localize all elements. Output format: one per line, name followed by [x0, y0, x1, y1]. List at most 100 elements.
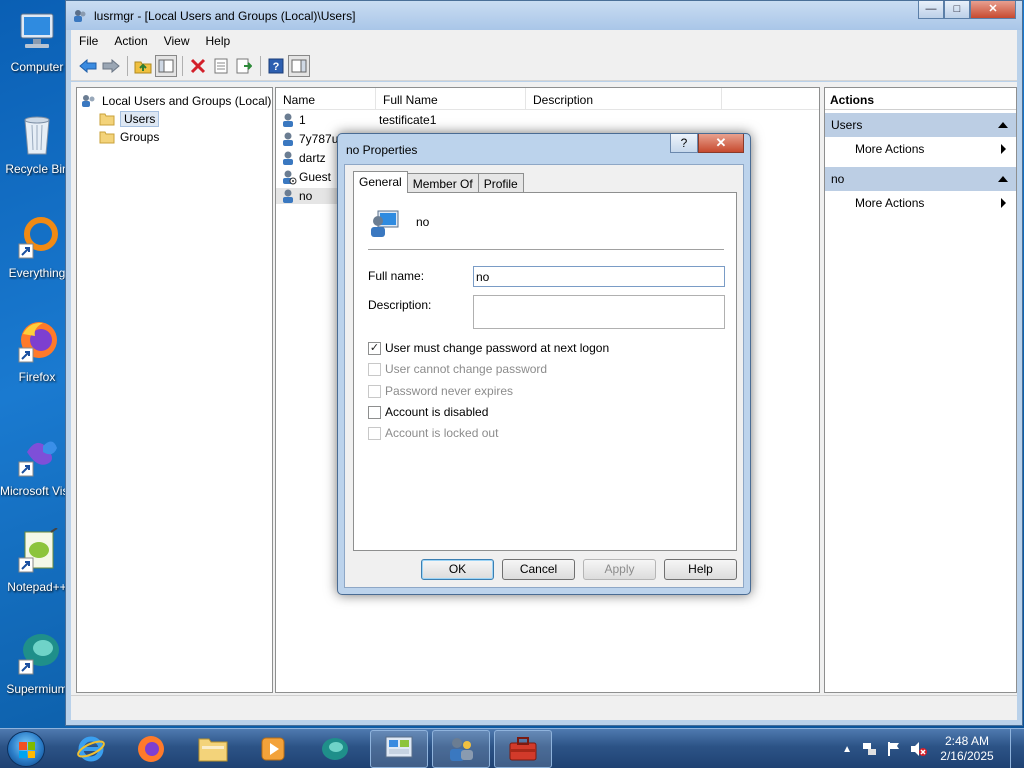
user-icon [283, 151, 293, 165]
back-arrow-icon [79, 58, 97, 73]
taskbar-lusrmgr[interactable] [432, 730, 490, 768]
checkbox-cannot-change-password: User cannot change password [368, 362, 547, 376]
desktop-icon-recycle-bin[interactable]: Recycle Bin [0, 110, 74, 176]
divider [368, 249, 724, 250]
show-hide-action-pane-button[interactable] [288, 54, 310, 77]
desktop-icon-everything[interactable]: Everything [0, 214, 74, 280]
minimize-button[interactable]: — [918, 1, 944, 19]
menu-bar: File Action View Help [71, 30, 1017, 51]
desktop-icon-label: Computer [10, 60, 64, 74]
checkbox-password-never-expires: Password never expires [368, 384, 513, 398]
column-header-name[interactable]: Name [276, 88, 376, 109]
more-actions-users[interactable]: More Actions [825, 137, 1016, 161]
column-header-full-name[interactable]: Full Name [376, 88, 526, 109]
user-name: 1 [299, 112, 306, 127]
checkbox-account-disabled[interactable]: Account is disabled [368, 405, 488, 419]
maximize-button[interactable]: □ [944, 1, 970, 19]
tree-item-users[interactable]: Users [77, 110, 272, 128]
cancel-button[interactable]: Cancel [502, 559, 575, 580]
supermium-icon [13, 630, 61, 678]
tab-general[interactable]: General [353, 171, 408, 193]
checkbox-label: Password never expires [385, 384, 514, 398]
description-field[interactable] [473, 295, 725, 329]
menu-view[interactable]: View [156, 34, 198, 48]
checkbox-checked[interactable]: ✓ [368, 341, 381, 355]
taskbar-media-player[interactable] [246, 730, 300, 768]
desktop-icon-computer[interactable]: Computer [0, 8, 74, 74]
toolbar-separator [260, 55, 261, 76]
folder-icon [99, 131, 115, 144]
forward-button[interactable] [100, 55, 122, 77]
tab-member-of[interactable]: Member Of [406, 173, 479, 193]
delete-x-icon [190, 58, 206, 73]
back-button[interactable] [77, 55, 99, 77]
recycle-bin-icon [13, 110, 61, 158]
console-tree: Local Users and Groups (Local) Users Gro… [76, 87, 273, 693]
tree-item-label: Users [120, 111, 160, 127]
checkbox-unchecked [368, 384, 381, 398]
system-tray: ▲ 2:48 AM 2/16/2025 [842, 729, 1024, 768]
tree-item-groups[interactable]: Groups [77, 128, 272, 146]
help-button[interactable]: ? [265, 55, 287, 77]
actions-pane: Actions Users More Actions no More Actio… [824, 87, 1017, 693]
ok-button[interactable]: OK [421, 559, 494, 580]
checkbox-label: Account is disabled [385, 405, 489, 419]
volume-muted-icon[interactable] [910, 741, 928, 757]
forward-arrow-icon [102, 58, 120, 73]
tree-item-root[interactable]: Local Users and Groups (Local) [77, 92, 272, 110]
desktop-icon-notepadpp[interactable]: Notepad++ [0, 527, 74, 594]
clock[interactable]: 2:48 AM 2/16/2025 [928, 734, 1006, 764]
actions-group-users[interactable]: Users [825, 113, 1016, 137]
delete-button[interactable] [187, 55, 209, 77]
toolbar-separator [127, 55, 128, 76]
show-hide-console-tree-button[interactable] [155, 54, 177, 77]
taskbar-control-panel[interactable] [370, 730, 428, 768]
help-button[interactable]: Help [664, 559, 737, 580]
actions-group-label: Users [831, 118, 863, 132]
action-center-flag-icon[interactable] [886, 741, 902, 757]
everything-icon [13, 214, 61, 262]
taskbar-firefox[interactable] [124, 730, 178, 768]
desktop-icon-supermium[interactable]: Supermium [0, 630, 74, 696]
table-row[interactable]: 1 testificate1 [276, 110, 819, 129]
checkbox-unchecked[interactable] [368, 405, 381, 419]
taskbar-internet-explorer[interactable] [64, 730, 118, 768]
status-bar [71, 695, 1017, 720]
network-icon[interactable] [862, 741, 878, 757]
full-name-field[interactable] [473, 266, 725, 287]
desktop-icon-visual-studio[interactable]: Microsoft Visual Stud... [0, 432, 74, 498]
desktop-icon-firefox[interactable]: Firefox [0, 318, 74, 384]
window-titlebar[interactable]: lusrmgr - [Local Users and Groups (Local… [66, 1, 1022, 30]
checkbox-must-change-password[interactable]: ✓ User must change password at next logo… [368, 341, 609, 355]
column-header-description[interactable]: Description [526, 88, 722, 109]
menu-file[interactable]: File [71, 34, 106, 48]
up-one-level-button[interactable] [132, 55, 154, 77]
show-hidden-icons-arrow[interactable]: ▲ [842, 744, 852, 755]
actions-group-no[interactable]: no [825, 167, 1016, 191]
dialog-close-button[interactable]: ✕ [698, 134, 744, 153]
user-icon [368, 207, 400, 239]
window-title: lusrmgr - [Local Users and Groups (Local… [94, 8, 356, 23]
properties-button[interactable] [210, 55, 232, 77]
start-button[interactable] [7, 731, 45, 767]
tree-item-label: Local Users and Groups (Local) [102, 94, 272, 108]
dialog-help-button[interactable]: ? [670, 134, 698, 153]
export-list-button[interactable] [233, 55, 255, 77]
tab-profile[interactable]: Profile [477, 173, 524, 193]
svg-text:?: ? [273, 61, 280, 73]
user-name: no [299, 188, 313, 203]
firefox-icon [13, 318, 61, 366]
menu-action[interactable]: Action [106, 34, 155, 48]
taskbar-toolbox[interactable] [494, 730, 552, 768]
menu-help[interactable]: Help [198, 34, 239, 48]
taskbar-file-explorer[interactable] [186, 730, 240, 768]
show-desktop-button[interactable] [1010, 729, 1024, 768]
user-name: dartz [299, 150, 326, 165]
close-button[interactable]: ✕ [970, 1, 1016, 19]
checkbox-unchecked [368, 426, 381, 440]
taskbar-supermium[interactable] [308, 730, 362, 768]
desktop-icon-label: Microsoft Visual Stud... [0, 484, 74, 498]
checkbox-label: User must change password at next logon [385, 341, 610, 355]
desktop-icon-label: Recycle Bin [5, 162, 69, 176]
more-actions-no[interactable]: More Actions [825, 191, 1016, 215]
